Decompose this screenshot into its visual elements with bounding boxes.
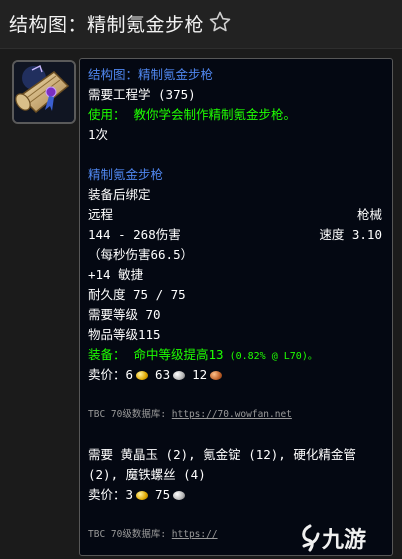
sell-copper: 12: [192, 367, 208, 382]
binding: 装备后绑定: [88, 187, 151, 202]
speed: 速度 3.10: [319, 227, 382, 242]
equip-label: 装备：: [88, 347, 126, 362]
required-skill: 需要工程学 (375): [88, 87, 196, 102]
item-tooltip: 结构图：精制氪金步枪 需要工程学 (375) 使用： 教你学会制作精制氪金步枪。 …: [79, 58, 393, 556]
charges: 1次: [88, 127, 109, 142]
recipe-scroll-icon[interactable]: [12, 60, 76, 124]
db2-label: TBC 70级数据库:: [88, 529, 167, 540]
agility: +14 敏捷: [88, 267, 144, 282]
sell2-label: 卖价：: [88, 487, 126, 502]
use-effect: 使用： 教你学会制作精制氪金步枪。: [88, 105, 296, 125]
use-label: 使用：: [88, 107, 126, 122]
db-link[interactable]: https://70.wowfan.net: [172, 409, 292, 420]
weapon-type: 枪械: [356, 207, 382, 222]
silver-coin-icon: [173, 371, 186, 380]
equip-effect: 装备： 命中等级提高13 (0.82% @ L70)。: [88, 345, 318, 367]
sell-price: 卖价：6 63 12: [88, 365, 225, 385]
product-name: 精制氪金步枪: [88, 167, 164, 182]
sell-silver: 63: [155, 367, 171, 382]
sell-label: 卖价：: [88, 367, 126, 382]
dps: （每秒伤害66.5）: [88, 247, 194, 262]
watermark: 九游: [296, 518, 402, 559]
use-text: 教你学会制作精制氪金步枪。: [133, 107, 297, 122]
damage: 144 - 268伤害: [88, 227, 181, 242]
page-title: 结构图：精制氪金步枪: [9, 14, 205, 36]
required-level: 需要等级 70: [88, 307, 161, 322]
db-label: TBC 70级数据库:: [88, 409, 167, 420]
slot: 远程: [88, 207, 114, 222]
sell-price-2: 卖价：3 75: [88, 485, 188, 505]
database-credit: TBC 70级数据库: https://70.wowfan.net: [88, 405, 292, 425]
database-credit-2: TBC 70级数据库: https://: [88, 525, 218, 545]
copper-coin-icon: [210, 371, 223, 380]
sell2-gold: 3: [125, 487, 134, 502]
sell2-silver: 75: [155, 487, 171, 502]
silver-coin-icon: [173, 491, 186, 500]
item-level: 物品等级115: [88, 327, 161, 342]
gold-coin-icon: [136, 371, 149, 380]
jiuyou-logo-icon: [302, 524, 320, 552]
durability: 耐久度 75 / 75: [88, 287, 186, 302]
recipe-name: 结构图：精制氪金步枪: [88, 67, 214, 82]
equip-note: (0.82% @ L70)。: [229, 351, 318, 362]
title-bar: 结构图：精制氪金步枪: [0, 0, 402, 49]
gold-coin-icon: [136, 491, 149, 500]
db2-link[interactable]: https://: [172, 529, 218, 540]
reagents-line-1: 需要 黄晶玉 (2), 氪金锭 (12), 硬化精金管: [88, 447, 356, 462]
star-outline-icon[interactable]: [208, 10, 232, 34]
sell-gold: 6: [125, 367, 134, 382]
reagents-line-2: (2), 魔铁螺丝 (4): [88, 467, 206, 482]
watermark-text: 九游: [322, 528, 367, 553]
equip-text: 命中等级提高13: [133, 347, 224, 362]
